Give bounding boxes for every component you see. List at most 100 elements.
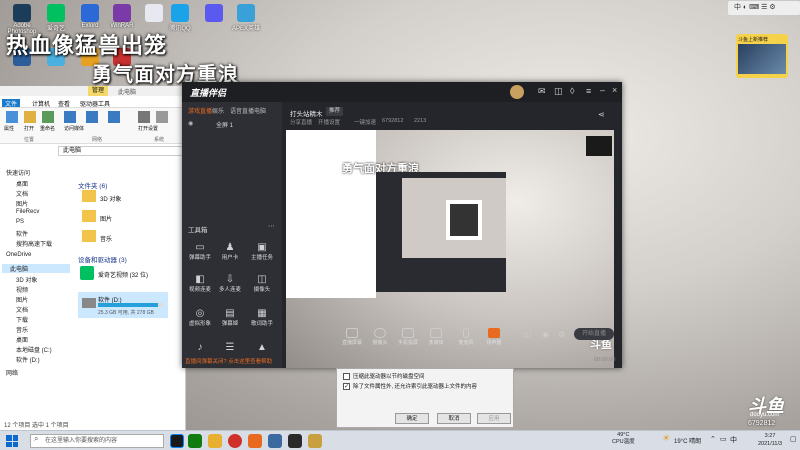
tool-danmu-helper[interactable]: ▭ 弹幕助手 <box>186 242 214 261</box>
ime-indicator[interactable]: 中 <box>730 435 737 445</box>
nav-item[interactable]: PS <box>16 219 24 225</box>
folder-item[interactable]: 图片 <box>100 214 112 223</box>
xbox-icon[interactable] <box>188 434 202 448</box>
ctrl-media[interactable]: 多媒体 <box>426 328 446 346</box>
nav-item[interactable]: 音乐 <box>16 325 28 334</box>
tab-drive-tools[interactable]: 驱动器工具 <box>80 99 110 108</box>
bell-icon[interactable]: ◊ <box>570 86 574 96</box>
compress-checkbox[interactable] <box>343 373 350 380</box>
view-icon[interactable]: ◉ <box>542 330 549 339</box>
ctrl-speaker[interactable]: 扬声器 <box>484 328 504 346</box>
nav-item[interactable]: 3D 对象 <box>16 275 37 284</box>
nav-item[interactable]: OneDrive <box>6 252 31 258</box>
iqiyi-icon[interactable] <box>80 266 94 280</box>
nav-item[interactable]: 文档 <box>16 189 28 198</box>
nav-item[interactable]: FileRecv <box>16 209 39 215</box>
tool-extra[interactable]: ▲ <box>248 342 276 353</box>
nav-item[interactable]: 快速访问 <box>6 168 30 177</box>
nav-item-selected[interactable]: 此电脑 <box>2 264 70 273</box>
room-accelerate[interactable]: 一键加速 <box>354 118 376 126</box>
nav-item[interactable]: 图片 <box>16 295 28 304</box>
settings-icon[interactable]: ⚙ <box>558 330 565 339</box>
menu-icon[interactable]: ≡ <box>586 86 591 96</box>
gift-icon[interactable]: ◫ <box>554 86 563 97</box>
tab-pc[interactable]: 电脑 <box>254 106 266 115</box>
app-icon[interactable] <box>268 434 282 448</box>
nav-item[interactable]: 搜狗高速下载 <box>16 239 52 248</box>
folder-icon[interactable] <box>82 210 96 222</box>
tab-file[interactable]: 文件 <box>2 99 20 108</box>
ctrl-camera[interactable]: 摄像头 <box>370 328 390 346</box>
folder-icon[interactable] <box>208 434 222 448</box>
mail-icon[interactable]: ✉ <box>538 86 546 97</box>
folder-icon[interactable] <box>82 230 96 242</box>
start-icon[interactable] <box>6 435 18 447</box>
nav-item[interactable]: 网络 <box>6 368 18 377</box>
nav-item[interactable]: 文档 <box>16 305 28 314</box>
app-icon[interactable] <box>308 434 322 448</box>
open-icon[interactable] <box>24 111 36 123</box>
tool-multi-link[interactable]: ⇩ 多人连麦 <box>216 274 244 293</box>
cancel-button[interactable]: 取消 <box>437 413 471 424</box>
live-app-icon[interactable] <box>248 434 262 448</box>
minimize-icon[interactable]: – <box>600 85 605 95</box>
avatar[interactable] <box>510 85 524 99</box>
ctrl-mic[interactable]: 麦克风 <box>456 328 476 346</box>
uninstall-icon[interactable] <box>156 111 168 123</box>
more-icon[interactable]: ⋯ <box>268 222 275 230</box>
tab-view[interactable]: 查看 <box>58 99 70 108</box>
tool-video-link[interactable]: ◧ 视频连麦 <box>186 274 214 293</box>
record-icon[interactable]: ◫ <box>524 330 532 339</box>
nav-item[interactable]: 图片 <box>16 199 28 208</box>
tray-chevron-icon[interactable]: ⌃ <box>710 435 716 443</box>
nav-item[interactable]: 视频 <box>16 285 28 294</box>
ctrl-screen[interactable]: 直播屏幕 <box>342 328 362 346</box>
drive-item[interactable]: 爱奇艺视频 (32 位) <box>98 270 148 279</box>
nav-item[interactable]: 软件 <box>16 229 28 238</box>
share-icon[interactable]: ⋖ <box>598 110 605 119</box>
tool-user-card[interactable]: ♟ 用户卡 <box>216 242 244 261</box>
nav-item[interactable]: 下载 <box>16 315 28 324</box>
properties-icon[interactable] <box>6 111 18 123</box>
notification-icon[interactable]: ▢ <box>790 435 797 443</box>
tool-lyrics[interactable]: ▦ 歌词助手 <box>248 308 276 327</box>
index-checkbox[interactable]: ✓ <box>343 383 350 390</box>
tool-camera[interactable]: ◫ 摄像头 <box>248 274 276 293</box>
clock[interactable]: 3:27 2021/11/3 <box>758 432 782 448</box>
scene-label[interactable]: 全屏 1 <box>216 120 233 129</box>
tool-danmu-ji[interactable]: ▤ 弹幕姬 <box>216 308 244 327</box>
media-icon[interactable] <box>64 111 76 123</box>
room-title[interactable]: 打头站精木 <box>290 108 323 118</box>
tool-extra[interactable]: ☰ <box>216 342 244 353</box>
desktop-icon[interactable]: WinRAR <box>104 4 140 29</box>
settings-icon[interactable] <box>138 111 150 123</box>
room-settings[interactable]: 开播设置 <box>318 118 340 126</box>
apply-button[interactable]: 应用 <box>477 413 511 424</box>
recommend-card[interactable]: 斗鱼上新推荐 <box>736 34 788 78</box>
close-icon[interactable]: × <box>612 85 617 95</box>
tab-computer[interactable]: 计算机 <box>32 99 50 108</box>
eye-icon[interactable]: ◉ <box>188 120 193 127</box>
cpu-widget[interactable]: 49°C CPU温度 <box>612 432 635 446</box>
browser-icon[interactable] <box>228 434 242 448</box>
drive-item-selected[interactable]: 软件 (D:) 25.3 GB 可用, 共 278 GB <box>78 292 168 318</box>
rename-icon[interactable] <box>42 111 54 123</box>
room-share[interactable]: 分享直播 <box>290 118 312 126</box>
tool-extra[interactable]: ♪ <box>186 342 214 353</box>
nav-item[interactable]: 桌面 <box>16 335 28 344</box>
room-tag[interactable]: 推荐 <box>326 107 344 116</box>
desktop-icon[interactable]: APEX英雄 <box>228 4 264 32</box>
tab-voice-live[interactable]: 语音直播 <box>230 106 254 115</box>
ime-toolbar[interactable]: 中 ◐ ⌨ ☰ ⚙ <box>728 1 800 15</box>
weather-text[interactable]: 19°C 晴朗 <box>674 436 701 445</box>
nav-item[interactable]: 软件 (D:) <box>16 355 40 364</box>
nav-item[interactable]: 本地磁盘 (C:) <box>16 345 52 354</box>
address-bar[interactable]: 此电脑 <box>58 146 184 156</box>
folder-item[interactable]: 3D 对象 <box>100 194 121 203</box>
tab-entertainment[interactable]: 娱乐 <box>212 106 224 115</box>
ok-button[interactable]: 确定 <box>395 413 429 424</box>
tool-anchor-task[interactable]: ▣ 主播任务 <box>248 242 276 261</box>
network-icon[interactable]: ▭ <box>720 435 727 443</box>
tool-avatar[interactable]: ◎ 虚拟形象 <box>186 308 214 327</box>
map-drive-icon[interactable] <box>86 111 98 123</box>
